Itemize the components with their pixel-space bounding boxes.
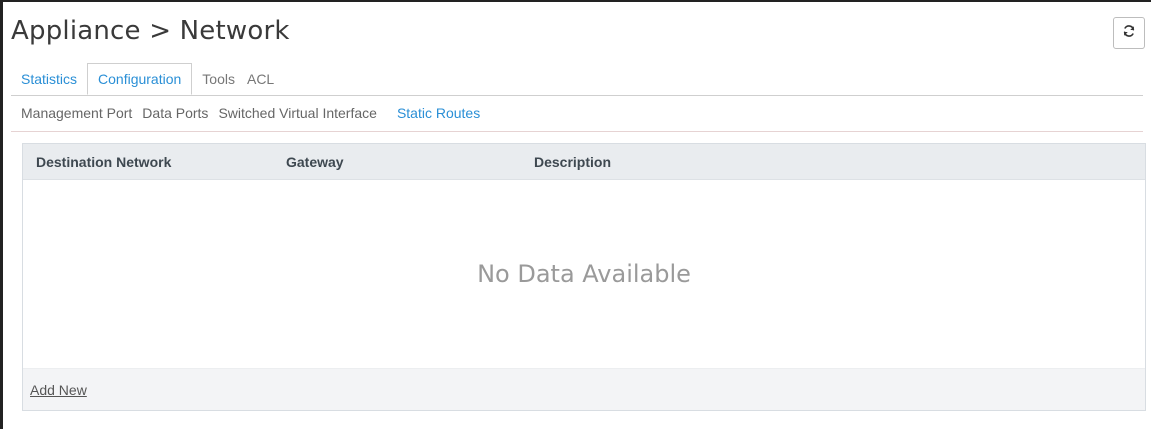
static-routes-table: Destination Network Gateway Description …: [22, 143, 1146, 411]
subtab-data-ports[interactable]: Data Ports: [142, 105, 208, 121]
tab-configuration[interactable]: Configuration: [87, 63, 193, 95]
tab-acl[interactable]: ACL: [245, 64, 284, 94]
column-header-description[interactable]: Description: [534, 154, 611, 170]
add-new-link[interactable]: Add New: [30, 382, 87, 398]
subtab-static-routes[interactable]: Static Routes: [397, 105, 480, 121]
refresh-icon: [1122, 24, 1136, 43]
empty-message: No Data Available: [477, 260, 691, 288]
column-header-destination-network[interactable]: Destination Network: [36, 154, 171, 170]
tab-statistics[interactable]: Statistics: [11, 64, 87, 94]
page-title: Appliance > Network: [11, 16, 290, 46]
subtabs-divider: [11, 131, 1143, 132]
tab-tools[interactable]: Tools: [192, 64, 245, 94]
app-frame: Appliance > Network Statistics Configura…: [0, 0, 1151, 429]
subtab-switched-virtual-interface[interactable]: Switched Virtual Interface: [218, 105, 377, 121]
table-header: Destination Network Gateway Description: [23, 144, 1145, 180]
sub-tabs: Management Port Data Ports Switched Virt…: [21, 105, 490, 121]
refresh-button[interactable]: [1113, 17, 1145, 49]
table-footer: Add New: [23, 368, 1145, 410]
table-body: No Data Available: [23, 180, 1145, 368]
column-header-gateway[interactable]: Gateway: [286, 154, 344, 170]
main-tabs: Statistics Configuration Tools ACL: [11, 62, 1143, 95]
tabs-divider: [11, 95, 1143, 96]
subtab-management-port[interactable]: Management Port: [21, 105, 132, 121]
